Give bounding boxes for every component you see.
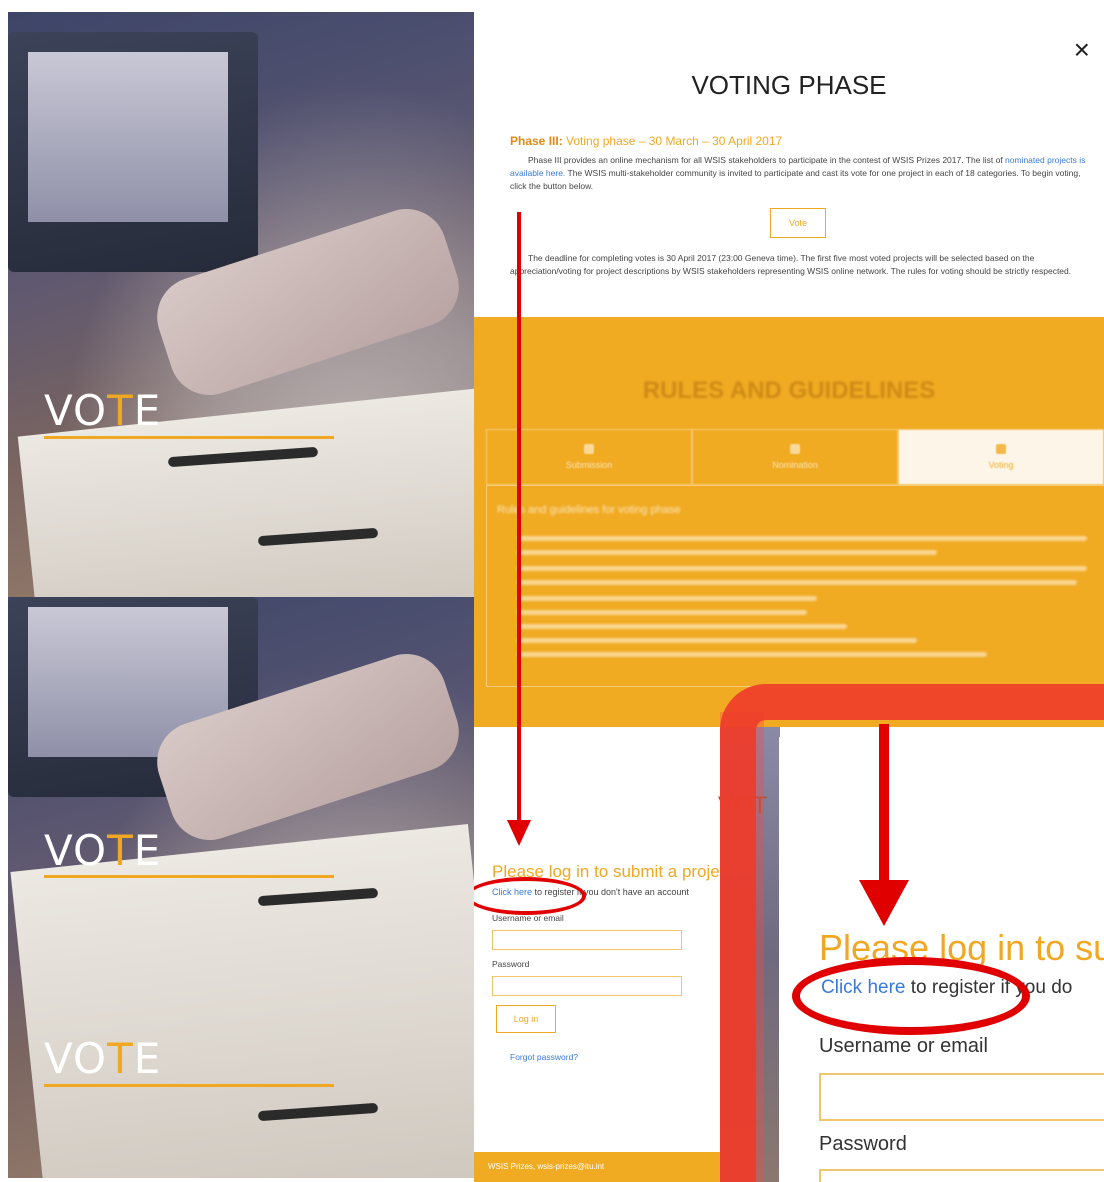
- username-input[interactable]: [492, 930, 682, 950]
- close-icon[interactable]: ×: [1074, 34, 1090, 66]
- vote-banner-column: VOTE VOTE VOTE: [8, 12, 474, 1178]
- tab-voting[interactable]: Voting: [898, 429, 1104, 485]
- vote-heading-1: VOTE: [44, 386, 162, 435]
- password-input[interactable]: [492, 976, 682, 996]
- tab-nomination[interactable]: Nomination: [692, 429, 898, 485]
- banner-photo-1: [8, 12, 474, 597]
- vote-underline-1: [44, 436, 334, 439]
- list-icon: [790, 444, 800, 454]
- deadline-paragraph: The deadline for completing votes is 30 …: [510, 253, 1072, 276]
- vote-heading-2: VOTE: [44, 826, 162, 875]
- banner-photo-2: [8, 597, 474, 1178]
- thumbs-up-icon: [996, 444, 1006, 454]
- annotation-ellipse-large: [792, 957, 1030, 1035]
- zoom-username-label: Username or email: [819, 1035, 988, 1057]
- voting-phase-modal: × VOTING PHASE Phase III: Voting phase –…: [474, 12, 1104, 1182]
- annotation-arrow-1-shaft: [517, 212, 521, 822]
- rules-title: RULES AND GUIDELINES: [642, 377, 936, 404]
- vote-underline-2: [44, 875, 334, 878]
- zoom-username-input[interactable]: [819, 1073, 1104, 1121]
- rules-content-box: Rules and guidelines for voting phase: [486, 485, 1104, 687]
- annotation-frame-fill: [720, 712, 764, 1182]
- annotation-arrow-2-shaft: [879, 724, 889, 884]
- vote-heading-3: VOTE: [44, 1034, 162, 1083]
- zoom-password-label: Password: [819, 1133, 907, 1155]
- modal-title: VOTING PHASE: [691, 70, 887, 100]
- vote-underline-3: [44, 1084, 334, 1087]
- zoom-password-input[interactable]: [819, 1169, 1104, 1182]
- rules-tabs: Submission Nomination Voting: [486, 429, 1104, 485]
- rules-box-title: Rules and guidelines for voting phase: [497, 504, 681, 516]
- phase-heading: Phase III: Voting phase – 30 March – 30 …: [510, 134, 783, 148]
- password-label: Password: [492, 959, 530, 969]
- vote-button[interactable]: Vote: [770, 208, 826, 238]
- intro-paragraph: Phase III provides an online mechanism f…: [510, 155, 1086, 191]
- forgot-password-link[interactable]: Forgot password?: [510, 1052, 578, 1062]
- login-button[interactable]: Log in: [496, 1005, 556, 1033]
- annotation-arrow-2-head: [859, 880, 909, 926]
- paper-plane-icon: [584, 444, 594, 454]
- rules-section: RULES AND GUIDELINES Submission Nominati…: [474, 317, 1104, 727]
- annotation-arrow-1-head: [507, 820, 531, 846]
